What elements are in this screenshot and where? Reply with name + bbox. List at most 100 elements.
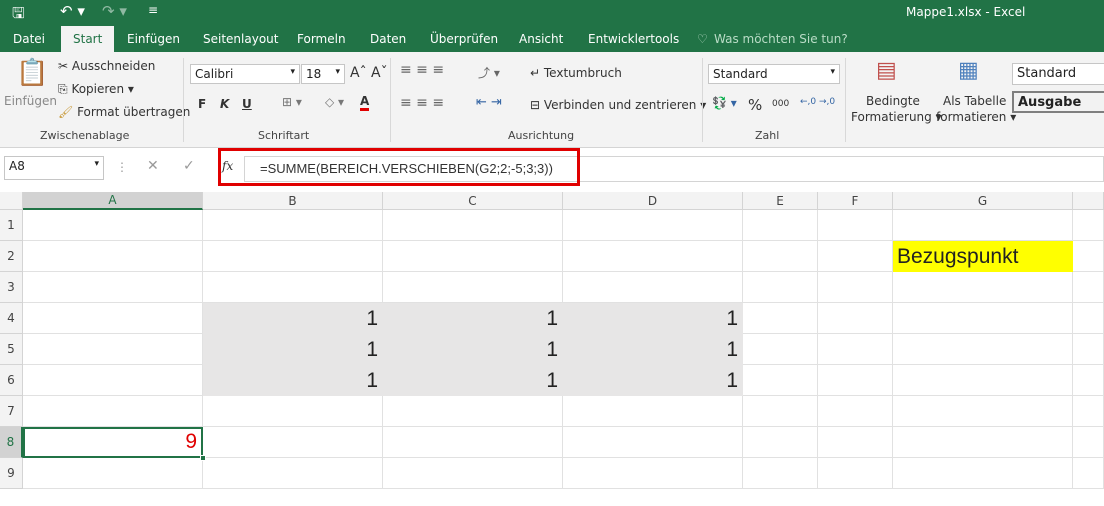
conditional-format-button[interactable]: Bedingte (866, 94, 920, 108)
cell-E5[interactable] (743, 334, 818, 365)
cut-button[interactable]: ✂ Ausschneiden (58, 59, 155, 73)
format-table-label[interactable]: formatieren ▾ (936, 110, 1016, 124)
tab-start[interactable]: Start (61, 26, 115, 52)
row-header-2[interactable]: 2 (0, 241, 23, 272)
cell-A9[interactable] (23, 458, 203, 489)
wrap-text-button[interactable]: ↵ Textumbruch (530, 66, 622, 80)
cell-D1[interactable] (563, 210, 743, 241)
cell-F7[interactable] (818, 396, 893, 427)
number-format-select[interactable]: Standard ▾ (708, 64, 840, 84)
cell-A1[interactable] (23, 210, 203, 241)
style-ausgabe[interactable]: Ausgabe (1012, 91, 1104, 113)
format-painter-button[interactable]: 🖌 Format übertragen (58, 105, 190, 119)
cell-C4[interactable]: 1 (383, 303, 563, 334)
cell-H1[interactable] (1073, 210, 1104, 241)
tab-ansicht[interactable]: Ansicht (519, 32, 563, 46)
row-header-8[interactable]: 8 (0, 427, 23, 458)
grow-font-icon[interactable]: Aˆ Aˇ (350, 65, 388, 81)
cell-F5[interactable] (818, 334, 893, 365)
cell-E7[interactable] (743, 396, 818, 427)
cell-H8[interactable] (1073, 427, 1104, 458)
cell-F1[interactable] (818, 210, 893, 241)
cell-F2[interactable] (818, 241, 893, 272)
currency-icon[interactable]: 💱 ▾ (712, 96, 737, 110)
tab-einfuegen[interactable]: Einfügen (127, 32, 180, 46)
select-all-corner[interactable] (0, 192, 23, 210)
column-header-G[interactable]: G (893, 192, 1073, 210)
tab-seitenlayout[interactable]: Seitenlayout (203, 32, 278, 46)
conditional-format-label[interactable]: Formatierung ▾ (851, 110, 942, 124)
row-header-1[interactable]: 1 (0, 210, 23, 241)
cell-G6[interactable] (893, 365, 1073, 396)
cell-B3[interactable] (203, 272, 383, 303)
enter-icon[interactable]: ✓ (183, 158, 195, 174)
tab-datei[interactable]: Datei (13, 32, 45, 46)
row-header-9[interactable]: 9 (0, 458, 23, 489)
cell-H3[interactable] (1073, 272, 1104, 303)
cell-C5[interactable]: 1 (383, 334, 563, 365)
cell-G7[interactable] (893, 396, 1073, 427)
cell-D9[interactable] (563, 458, 743, 489)
fill-color-icon[interactable]: ◇ ▾ (325, 95, 344, 109)
font-name-select[interactable]: Calibri ▾ (190, 64, 300, 84)
italic-button[interactable]: K (220, 97, 229, 111)
cell-G4[interactable] (893, 303, 1073, 334)
merge-center-button[interactable]: ⊟ Verbinden und zentrieren ▾ (530, 98, 706, 112)
name-box[interactable]: A8 ▾ (4, 156, 104, 180)
cell-H6[interactable] (1073, 365, 1104, 396)
fill-handle[interactable] (200, 455, 206, 461)
horizontal-align-icons[interactable]: ≡ ≡ ≡ (400, 95, 444, 111)
cell-F4[interactable] (818, 303, 893, 334)
row-header-5[interactable]: 5 (0, 334, 23, 365)
cell-H2[interactable] (1073, 241, 1104, 272)
cell-B7[interactable] (203, 396, 383, 427)
cancel-icon[interactable]: ✕ (147, 158, 159, 174)
customize-toolbar-icon[interactable]: ≡ (148, 3, 158, 17)
cell-C3[interactable] (383, 272, 563, 303)
cell-A8[interactable]: 9 (23, 427, 203, 458)
cell-B8[interactable] (203, 427, 383, 458)
cell-H4[interactable] (1073, 303, 1104, 334)
font-size-select[interactable]: 18 ▾ (301, 64, 345, 84)
copy-button[interactable]: ⎘ Kopieren ▾ (58, 82, 134, 97)
tab-entwicklertools[interactable]: Entwicklertools (588, 32, 679, 46)
cell-E8[interactable] (743, 427, 818, 458)
cell-G1[interactable] (893, 210, 1073, 241)
bold-button[interactable]: F (198, 97, 206, 111)
cell-F6[interactable] (818, 365, 893, 396)
column-header-A[interactable]: A (23, 192, 203, 210)
tab-ueberpruefen[interactable]: Überprüfen (430, 32, 498, 46)
cell-F9[interactable] (818, 458, 893, 489)
row-header-4[interactable]: 4 (0, 303, 23, 334)
cell-D7[interactable] (563, 396, 743, 427)
paste-button[interactable]: Einfügen (4, 94, 57, 108)
cell-E2[interactable] (743, 241, 818, 272)
cell-A2[interactable] (23, 241, 203, 272)
percent-button[interactable]: % (748, 96, 762, 114)
indent-icons[interactable]: ⇤ ⇥ (476, 95, 502, 110)
column-header-B[interactable]: B (203, 192, 383, 210)
cell-A5[interactable] (23, 334, 203, 365)
cell-D2[interactable] (563, 241, 743, 272)
row-header-6[interactable]: 6 (0, 365, 23, 396)
formula-input[interactable]: =SUMME(BEREICH.VERSCHIEBEN(G2;2;-5;3;3)) (260, 161, 553, 176)
cell-B5[interactable]: 1 (203, 334, 383, 365)
column-header-F[interactable]: F (818, 192, 893, 210)
cell-E9[interactable] (743, 458, 818, 489)
cell-H5[interactable] (1073, 334, 1104, 365)
cell-B9[interactable] (203, 458, 383, 489)
cell-G2[interactable]: Bezugspunkt (893, 241, 1073, 272)
cell-A6[interactable] (23, 365, 203, 396)
cell-C1[interactable] (383, 210, 563, 241)
row-header-7[interactable]: 7 (0, 396, 23, 427)
cell-E6[interactable] (743, 365, 818, 396)
cell-E1[interactable] (743, 210, 818, 241)
borders-icon[interactable]: ⊞ ▾ (282, 95, 302, 109)
column-header-E[interactable]: E (743, 192, 818, 210)
row-header-3[interactable]: 3 (0, 272, 23, 303)
redo-icon[interactable]: ↷ ▾ (102, 2, 127, 20)
cell-H9[interactable] (1073, 458, 1104, 489)
cell-F3[interactable] (818, 272, 893, 303)
cell-E4[interactable] (743, 303, 818, 334)
cell-D4[interactable]: 1 (563, 303, 743, 334)
